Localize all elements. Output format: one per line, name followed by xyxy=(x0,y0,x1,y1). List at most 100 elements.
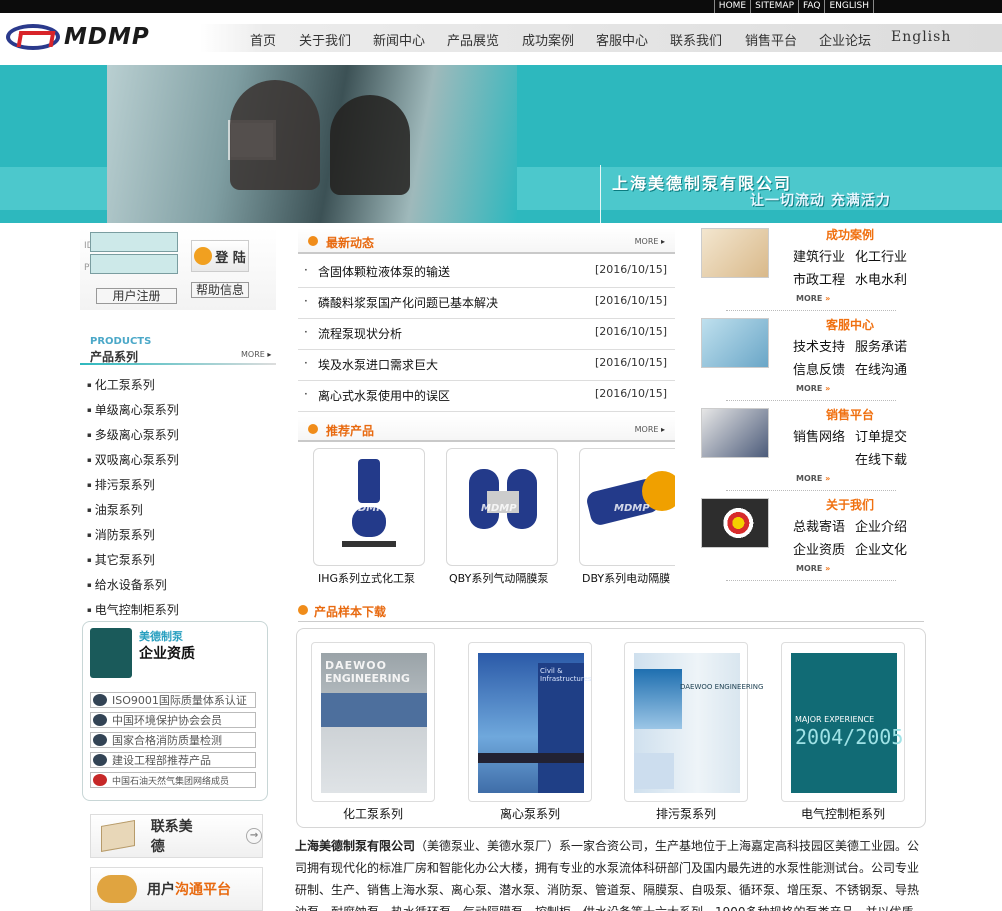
section-link[interactable]: 在线沟通 xyxy=(855,359,907,378)
username-input[interactable] xyxy=(90,232,178,252)
product-card[interactable]: MDMP xyxy=(579,448,675,566)
password-input[interactable] xyxy=(90,254,178,274)
top-link-faq[interactable]: FAQ xyxy=(798,0,824,13)
dotted-divider xyxy=(726,580,896,581)
nav-products[interactable]: 产品展览 xyxy=(447,30,499,49)
top-link-sitemap[interactable]: SITEMAP xyxy=(750,0,798,13)
site-logo[interactable]: MDMP xyxy=(6,22,151,52)
catalog-card[interactable]: DAEWOO ENGINEERING xyxy=(624,642,763,802)
section-link[interactable]: 企业资质 xyxy=(793,539,845,558)
nav-forum[interactable]: 企业论坛 xyxy=(819,30,871,49)
qual-item[interactable]: 建设工程部推荐产品 xyxy=(90,752,256,768)
nav-cases[interactable]: 成功案例 xyxy=(522,30,574,49)
section-link[interactable]: 建筑行业 xyxy=(793,246,845,265)
news-header: 最新动态 MORE xyxy=(298,228,675,254)
category-item[interactable]: 给水设备系列 xyxy=(87,576,167,593)
category-item[interactable]: 单级离心泵系列 xyxy=(87,401,179,418)
bullet-dot: · xyxy=(304,387,308,401)
section-more-link[interactable]: MORE xyxy=(796,384,830,393)
section-link[interactable]: 在线下载 xyxy=(855,449,907,468)
watermark: MDMP xyxy=(348,503,384,514)
nav-news[interactable]: 新闻中心 xyxy=(373,30,425,49)
nav-service[interactable]: 客服中心 xyxy=(596,30,648,49)
section-link[interactable]: 订单提交 xyxy=(855,426,907,445)
catalog-caption[interactable]: 排污泵系列 xyxy=(624,805,748,822)
nav-english[interactable]: English xyxy=(891,29,951,45)
catalog-caption[interactable]: 电气控制柜系列 xyxy=(781,805,905,822)
section-link[interactable]: 市政工程 xyxy=(793,269,845,288)
section-title: 销售平台 xyxy=(826,408,875,422)
section-link[interactable]: 水电水利 xyxy=(855,269,907,288)
cover-building-shape xyxy=(634,669,682,729)
section-link[interactable]: 总裁寄语 xyxy=(793,516,845,535)
catalog-caption[interactable]: 化工泵系列 xyxy=(311,805,435,822)
qual-item[interactable]: 中国环境保护协会会员 xyxy=(90,712,256,728)
section-link[interactable]: 销售网络 xyxy=(793,426,845,445)
section-link[interactable]: 化工行业 xyxy=(855,246,907,265)
news-item[interactable]: · 离心式水泵使用中的误区 [2016/10/15] xyxy=(298,381,675,412)
product-card[interactable]: MDMP xyxy=(446,448,558,566)
news-item-title[interactable]: 流程泵现状分析 xyxy=(318,325,402,342)
catalog-card[interactable]: DAEWOO ENGINEERING xyxy=(311,642,435,802)
news-item[interactable]: · 含固体颗粒液体泵的输送 [2016/10/15] xyxy=(298,257,675,288)
news-item[interactable]: · 埃及水泵进口需求巨大 [2016/10/15] xyxy=(298,350,675,381)
news-item-date: [2016/10/15] xyxy=(595,387,667,400)
qual-item[interactable]: ISO9001国际质量体系认证 xyxy=(90,692,256,708)
category-item[interactable]: 消防泵系列 xyxy=(87,526,155,543)
watermark: MDMP xyxy=(481,503,517,514)
section-more-link[interactable]: MORE xyxy=(796,564,830,573)
platform-card[interactable]: 用户 沟通平台 xyxy=(90,867,263,911)
section-more-link[interactable]: MORE xyxy=(796,474,830,483)
news-item[interactable]: · 磷酸料浆泵国产化问题已基本解决 [2016/10/15] xyxy=(298,288,675,319)
section-link[interactable]: 技术支持 xyxy=(793,336,845,355)
product-caption[interactable]: DBY系列电动隔膜 xyxy=(582,570,670,586)
bullet-icon xyxy=(308,424,318,434)
section-more-link[interactable]: MORE xyxy=(796,294,830,303)
cover-photo-shape xyxy=(634,753,674,789)
category-item[interactable]: 电气控制柜系列 xyxy=(87,601,179,618)
news-item-title[interactable]: 离心式水泵使用中的误区 xyxy=(318,387,450,404)
news-item-title[interactable]: 埃及水泵进口需求巨大 xyxy=(318,356,438,373)
nav-about[interactable]: 关于我们 xyxy=(299,30,351,49)
register-button[interactable]: 用户注册 xyxy=(96,288,177,304)
catalog-cover: Civil & Infrastructures xyxy=(478,653,592,793)
category-item[interactable]: 多级离心泵系列 xyxy=(87,426,179,443)
news-item-title[interactable]: 磷酸料浆泵国产化问题已基本解决 xyxy=(318,294,498,311)
category-item[interactable]: 排污泵系列 xyxy=(87,476,155,493)
category-item[interactable]: 其它泵系列 xyxy=(87,551,155,568)
product-caption[interactable]: QBY系列气动隔膜泵 xyxy=(449,570,548,586)
news-item-title[interactable]: 含固体颗粒液体泵的输送 xyxy=(318,263,450,280)
catalog-caption[interactable]: 离心泵系列 xyxy=(468,805,592,822)
category-item[interactable]: 化工泵系列 xyxy=(87,376,155,393)
help-button[interactable]: 帮助信息 xyxy=(191,282,249,298)
section-link[interactable]: 服务承诺 xyxy=(855,336,907,355)
bullet-dot: · xyxy=(304,325,308,339)
nav-contact[interactable]: 联系我们 xyxy=(670,30,722,49)
section-link[interactable]: 企业介绍 xyxy=(855,516,907,535)
category-item[interactable]: 油泵系列 xyxy=(87,501,143,518)
category-item[interactable]: 双吸离心泵系列 xyxy=(87,451,179,468)
qual-item[interactable]: 国家合格消防质量检测 xyxy=(90,732,256,748)
news-item[interactable]: · 流程泵现状分析 [2016/10/15] xyxy=(298,319,675,350)
featured-more-link[interactable]: MORE xyxy=(635,425,665,434)
catalog-card[interactable]: MAJOR EXPERIENCE 2004/2005 xyxy=(781,642,905,802)
product-caption[interactable]: IHG系列立式化工泵 xyxy=(318,570,415,586)
section-link[interactable]: 信息反馈 xyxy=(793,359,845,378)
qual-item[interactable]: 中国石油天然气集团网络成员 xyxy=(90,772,256,788)
products-more-link[interactable]: MORE xyxy=(241,350,271,359)
products-divider xyxy=(80,363,276,365)
product-card[interactable]: MDMP xyxy=(313,448,425,566)
contact-card[interactable]: 联系美德 → xyxy=(90,814,263,858)
nav-home[interactable]: 首页 xyxy=(250,30,276,49)
news-item-date: [2016/10/15] xyxy=(595,294,667,307)
catalog-card[interactable]: Civil & Infrastructures xyxy=(468,642,592,802)
section-title: 关于我们 xyxy=(826,498,875,512)
top-link-english[interactable]: ENGLISH xyxy=(824,0,874,13)
bullet-icon xyxy=(308,236,318,246)
login-button[interactable]: 登 陆 xyxy=(191,240,249,272)
section-link[interactable]: 企业文化 xyxy=(855,539,907,558)
nav-sales[interactable]: 销售平台 xyxy=(745,30,797,49)
news-more-link[interactable]: MORE xyxy=(635,237,665,246)
top-link-home[interactable]: HOME xyxy=(713,0,750,13)
qual-brand: 美德制泵 xyxy=(139,630,183,643)
